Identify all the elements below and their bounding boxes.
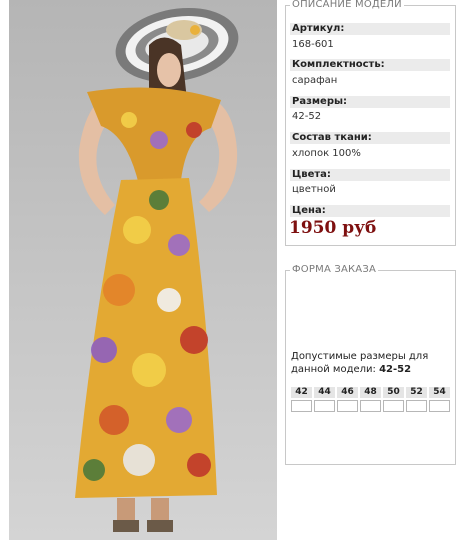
size-label: 46 xyxy=(337,387,358,398)
size-label: 52 xyxy=(406,387,427,398)
product-description-panel: ОПИСАНИЕ МОДЕЛИ Артикул: 168-601 Комплек… xyxy=(285,0,456,246)
size-option: 54 xyxy=(429,387,450,412)
size-selector: 42 44 46 48 50 52 54 xyxy=(291,387,452,412)
color-label: Цвета: xyxy=(290,169,450,181)
allowed-sizes-text: Допустимые размеры для данной модели: 42… xyxy=(291,350,451,376)
size-option: 46 xyxy=(337,387,358,412)
size-quantity-input[interactable] xyxy=(360,400,381,412)
size-option: 48 xyxy=(360,387,381,412)
allowed-sizes-value: 42-52 xyxy=(379,364,412,375)
size-option: 42 xyxy=(291,387,312,412)
fabric-label: Состав ткани: xyxy=(290,132,450,144)
size-quantity-input[interactable] xyxy=(429,400,450,412)
order-legend: ФОРМА ЗАКАЗА xyxy=(290,263,379,277)
set-value: сарафан xyxy=(292,75,338,86)
price-label: Цена: xyxy=(290,205,450,217)
set-label: Комплектность: xyxy=(290,59,450,71)
article-label: Артикул: xyxy=(290,23,450,35)
size-label: 54 xyxy=(429,387,450,398)
price-value: 1950 руб xyxy=(289,218,377,238)
size-quantity-input[interactable] xyxy=(337,400,358,412)
color-value: цветной xyxy=(292,184,336,195)
sizes-label: Размеры: xyxy=(290,96,450,108)
size-label: 42 xyxy=(291,387,312,398)
size-option: 52 xyxy=(406,387,427,412)
description-legend: ОПИСАНИЕ МОДЕЛИ xyxy=(290,0,404,12)
product-photo xyxy=(9,0,277,540)
size-label: 44 xyxy=(314,387,335,398)
size-label: 50 xyxy=(383,387,404,398)
order-form-panel: ФОРМА ЗАКАЗА Допустимые размеры для данн… xyxy=(285,263,456,465)
size-option: 44 xyxy=(314,387,335,412)
size-option: 50 xyxy=(383,387,404,412)
sizes-value: 42-52 xyxy=(292,111,322,122)
size-quantity-input[interactable] xyxy=(291,400,312,412)
dress-illustration xyxy=(9,0,277,540)
size-quantity-input[interactable] xyxy=(314,400,335,412)
size-quantity-input[interactable] xyxy=(406,400,427,412)
size-label: 48 xyxy=(360,387,381,398)
article-value: 168-601 xyxy=(292,39,334,50)
fabric-value: хлопок 100% xyxy=(292,148,361,159)
size-quantity-input[interactable] xyxy=(383,400,404,412)
